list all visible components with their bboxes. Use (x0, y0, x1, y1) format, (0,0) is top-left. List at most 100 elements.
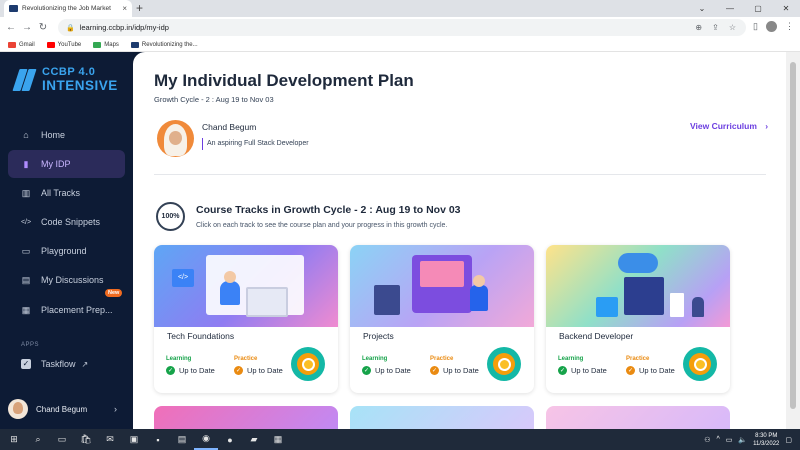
browser-tabstrip: Revolutionizing the Job Market × + ⌄ — ▢… (0, 0, 800, 17)
firefox-icon[interactable]: ● (218, 429, 242, 450)
sidebar-item-playground[interactable]: ▭ Playground (8, 237, 125, 265)
track-card-tech-foundations[interactable]: </> Tech Foundations Learning ✓ Up to Da… (154, 245, 338, 393)
sidebar-item-label: Playground (41, 246, 87, 256)
sidebar-user[interactable]: Chand Begum (8, 399, 87, 419)
tracks-icon: ▥ (21, 187, 31, 198)
tab-close-icon[interactable]: × (122, 4, 127, 13)
browser-toolbar: ← → ↻ 🔒 learning.ccbp.in/idp/my-idp ⊕ ⇪ … (0, 17, 800, 38)
volume-icon[interactable]: 🔈 (738, 436, 747, 444)
progress-circle: 100% (156, 202, 185, 231)
site-favicon-icon (130, 41, 139, 48)
url-text[interactable]: learning.ccbp.in/idp/my-idp (80, 23, 696, 32)
browser-tab[interactable]: Revolutionizing the Job Market × (4, 0, 132, 17)
bookmark-label: YouTube (57, 41, 82, 48)
practice-status-text: Up to Date (639, 366, 675, 375)
practice-status-text: Up to Date (443, 366, 479, 375)
page-scrollbar[interactable] (786, 52, 800, 429)
battery-icon[interactable]: ▭ (726, 436, 733, 444)
section-title: Course Tracks in Growth Cycle - 2 : Aug … (196, 204, 461, 216)
sidebar: CCBP 4.0 INTENSIVE ⌂ Home ▮ My IDP ▥ All… (0, 52, 133, 429)
windows-start-icon[interactable]: ⊞ (2, 429, 26, 450)
install-icon[interactable]: ⊕ (695, 23, 702, 32)
star-icon[interactable]: ☆ (729, 23, 736, 32)
external-link-icon: ↗ (81, 359, 89, 369)
profile-avatar-icon[interactable] (766, 21, 777, 32)
learning-status: ✓ Up to Date (166, 366, 215, 375)
reload-icon[interactable]: ↻ (35, 22, 51, 33)
idp-icon: ▮ (23, 158, 29, 169)
store-icon[interactable]: 🛍 (74, 429, 98, 450)
task-view-icon[interactable]: ▭ (50, 429, 74, 450)
logo-line1: CCBP 4.0 (42, 66, 96, 78)
page-content: CCBP 4.0 INTENSIVE ⌂ Home ▮ My IDP ▥ All… (0, 52, 800, 429)
forward-arrow-icon[interactable]: → (19, 22, 35, 33)
page-subtitle: Growth Cycle - 2 : Aug 19 to Nov 03 (154, 95, 274, 104)
sidebar-item-label: All Tracks (41, 188, 81, 198)
back-arrow-icon[interactable]: ← (3, 22, 19, 33)
sidebar-item-my-idp[interactable]: ▮ My IDP (8, 150, 125, 178)
practice-label: Practice (430, 356, 454, 362)
check-icon: ✓ (234, 366, 243, 375)
share-icon[interactable]: ⇪ (712, 23, 719, 32)
learning-status: ✓ Up to Date (558, 366, 607, 375)
chevron-right-icon: › (765, 121, 769, 131)
bookmark-youtube[interactable]: YouTube (46, 41, 82, 48)
bookmark-maps[interactable]: Maps (93, 41, 119, 48)
excel-icon[interactable]: ▤ (170, 429, 194, 450)
playground-icon: ▭ (21, 245, 31, 256)
new-tab-button[interactable]: + (136, 2, 143, 14)
bookmark-gmail[interactable]: Gmail (8, 41, 35, 48)
system-clock[interactable]: 8:30 PM 11/3/2022 (753, 432, 779, 448)
track-card-backend-developer[interactable]: Backend Developer Learning ✓ Up to Date … (546, 245, 730, 393)
track-card-partial[interactable] (350, 406, 534, 429)
learning-status-text: Up to Date (179, 366, 215, 375)
track-illustration: </> (154, 245, 338, 327)
track-illustration (546, 245, 730, 327)
sidepanel-icon[interactable]: ▯ (753, 21, 758, 32)
sidebar-item-all-tracks[interactable]: ▥ All Tracks (8, 179, 125, 207)
maximize-icon[interactable]: ▢ (744, 4, 772, 13)
menu-dots-icon[interactable]: ⋮ (785, 21, 794, 32)
sidebar-item-placement-prep[interactable]: ▦ Placement Prep... New (8, 289, 125, 324)
bookmark-ccbp[interactable]: Revolutionizing the... (130, 41, 198, 48)
ccbp-logo[interactable]: CCBP 4.0 INTENSIVE (12, 66, 118, 93)
view-curriculum-link[interactable]: View Curriculum › (690, 121, 768, 131)
check-icon: ✓ (430, 366, 439, 375)
track-illustration (350, 245, 534, 327)
address-bar[interactable]: 🔒 learning.ccbp.in/idp/my-idp ⊕ ⇪ ☆ (58, 19, 746, 36)
checkbox-icon: ✓ (21, 359, 31, 369)
bookmark-label: Gmail (19, 41, 35, 48)
chevron-up-icon[interactable]: ^ (716, 436, 719, 443)
search-icon[interactable]: ⌕ (26, 429, 50, 450)
clock-date: 11/3/2022 (753, 440, 780, 447)
sidebar-item-label: Home (41, 130, 66, 140)
progress-ring-icon (487, 347, 521, 381)
file-explorer-icon[interactable]: ▰ (242, 429, 266, 450)
minimize-icon[interactable]: — (716, 4, 744, 13)
sidebar-item-label: Placement Prep... (41, 305, 113, 315)
app-icon[interactable]: ▣ (122, 429, 146, 450)
track-card-partial[interactable] (154, 406, 338, 429)
chevron-down-icon[interactable]: ⌄ (688, 4, 716, 13)
progress-ring-icon (291, 347, 325, 381)
track-card-projects[interactable]: Projects Learning ✓ Up to Date Practice … (350, 245, 534, 393)
avatar (157, 120, 194, 157)
check-icon: ✓ (362, 366, 371, 375)
terminal-icon[interactable]: ▪ (146, 429, 170, 450)
camera-icon[interactable]: ▦ (266, 429, 290, 450)
people-icon[interactable]: ⚇ (704, 436, 710, 444)
practice-status: ✓ Up to Date (430, 366, 479, 375)
close-icon[interactable]: ✕ (772, 4, 800, 13)
sidebar-item-taskflow[interactable]: ✓ Taskflow ↗ (8, 350, 125, 378)
sidebar-item-home[interactable]: ⌂ Home (8, 121, 125, 149)
track-card-partial[interactable] (546, 406, 730, 429)
learning-label: Learning (166, 356, 192, 362)
mail-icon[interactable]: ✉ (98, 429, 122, 450)
chrome-icon[interactable]: ◉ (194, 429, 218, 450)
sidebar-item-label: My Discussions (41, 275, 104, 285)
sidebar-item-code-snippets[interactable]: </> Code Snippets (8, 208, 125, 236)
chevron-right-icon[interactable]: › (114, 404, 117, 414)
notifications-icon[interactable]: ▢ (785, 436, 792, 444)
profile-tagline: An aspiring Full Stack Developer (202, 138, 309, 150)
bookmark-label: Revolutionizing the... (141, 41, 198, 48)
